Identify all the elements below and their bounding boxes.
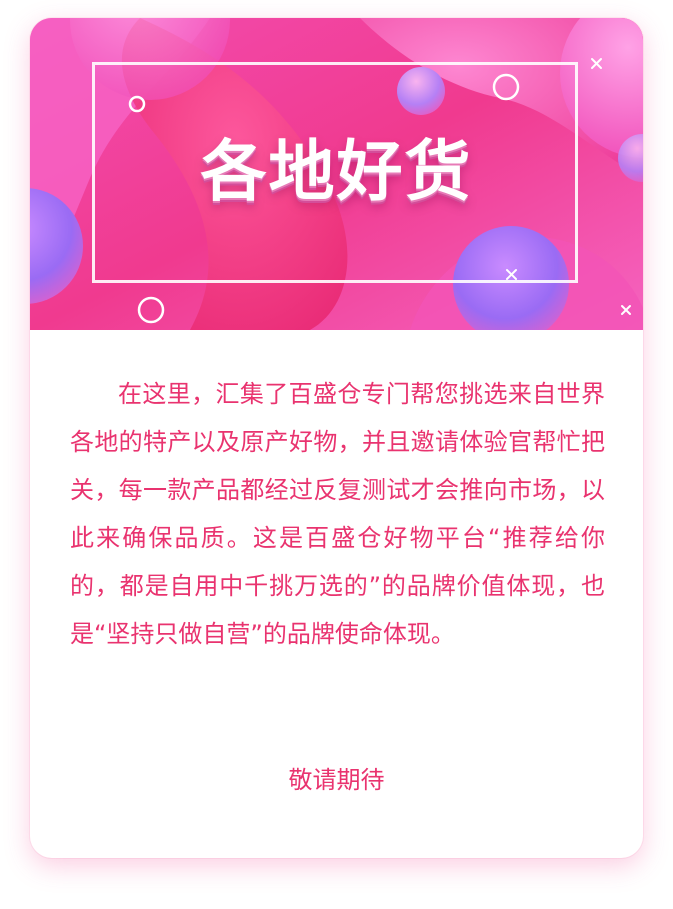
feature-card: 各地好货 在这里，汇集了百盛仓专门帮您挑选来自世界各地的特产以及原产好物，并且邀…	[30, 18, 643, 858]
banner: 各地好货	[30, 18, 643, 330]
coming-soon-text: 敬请期待	[288, 766, 385, 794]
card-title: 各地好货	[200, 133, 473, 210]
description-text: 在这里，汇集了百盛仓专门帮您挑选来自世界各地的特产以及原产好物，并且邀请体验官帮…	[70, 380, 605, 648]
